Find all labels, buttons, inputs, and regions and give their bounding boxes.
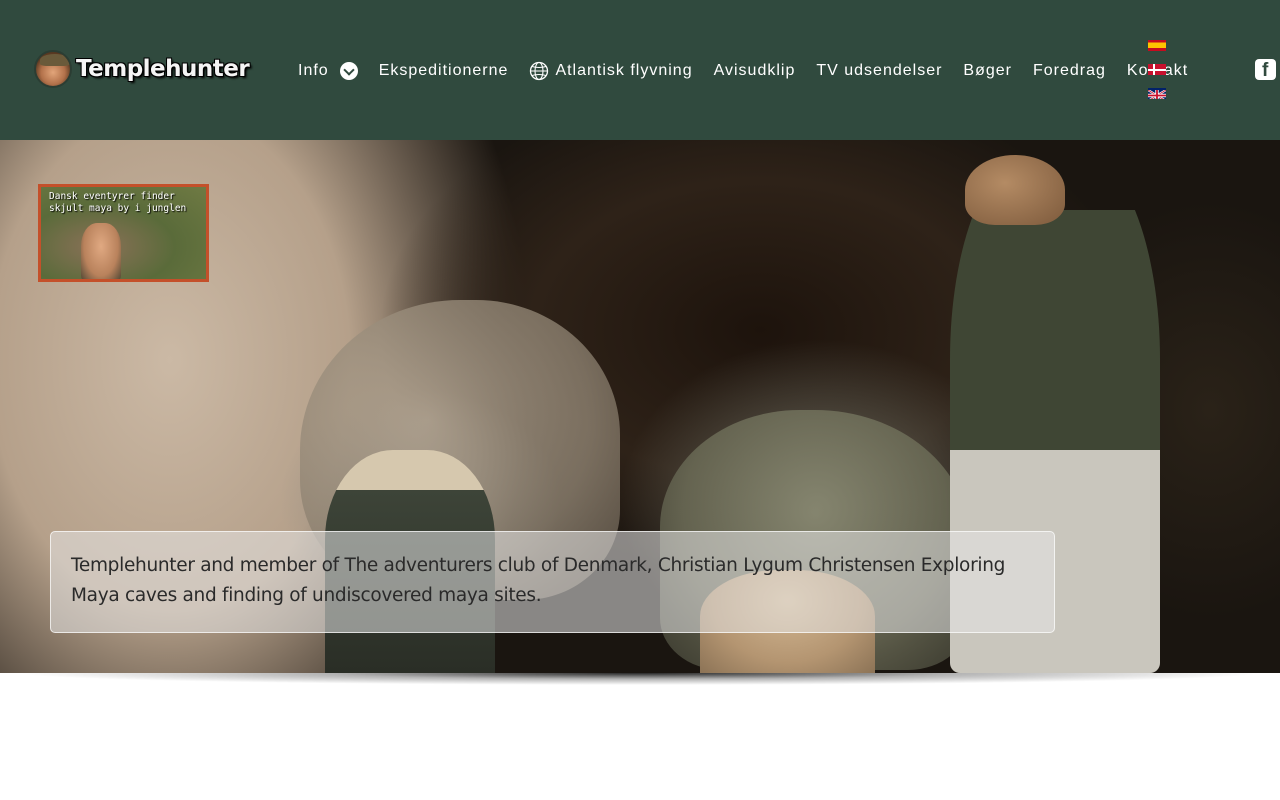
thumbnail-person	[81, 223, 121, 279]
video-thumbnail[interactable]: Dansk eventyrer finder skjult maya by i …	[38, 184, 209, 282]
nav-item-avisudklip[interactable]: Avisudklip	[714, 62, 796, 80]
logo-avatar	[34, 50, 72, 88]
globe-icon	[530, 61, 549, 81]
explorer-helmet	[965, 155, 1065, 225]
nav-item-tv-udsendelser[interactable]: TV udsendelser	[816, 62, 942, 80]
hero-banner: Dansk eventyrer finder skjult maya by i …	[0, 140, 1280, 673]
hero-caption: Templehunter and member of The adventure…	[50, 531, 1055, 633]
nav-item-info[interactable]: Info	[298, 62, 358, 80]
facebook-icon[interactable]: f	[1255, 59, 1276, 81]
nav-item-boger[interactable]: Bøger	[963, 62, 1012, 80]
nav-item-label: Atlantisk flyvning	[555, 62, 693, 79]
english-flag-icon[interactable]	[1148, 88, 1166, 99]
hero-caption-text: Templehunter and member of The adventure…	[71, 555, 1006, 606]
site-header: Templehunter Info Ekspeditionerne Atlant…	[0, 0, 1280, 140]
danish-flag-icon[interactable]	[1148, 64, 1166, 75]
hero-shadow-divider	[20, 673, 1260, 685]
nav-item-label: Bøger	[963, 62, 1012, 79]
chevron-down-icon[interactable]	[339, 62, 358, 80]
main-nav: Info Ekspeditionerne Atlantisk flyvning …	[298, 60, 1209, 82]
logo-text: Templehunter	[76, 56, 250, 82]
nav-item-foredrag[interactable]: Foredrag	[1033, 62, 1106, 80]
spanish-flag-icon[interactable]	[1148, 40, 1166, 51]
language-switcher	[1148, 40, 1166, 112]
nav-item-label: Avisudklip	[713, 62, 796, 79]
nav-item-ekspeditionerne[interactable]: Ekspeditionerne	[379, 62, 509, 80]
nav-item-atlantisk-flyvning[interactable]: Atlantisk flyvning	[529, 61, 692, 81]
nav-item-label: Ekspeditionerne	[378, 62, 509, 79]
union-jack-icon	[1148, 89, 1166, 99]
nav-item-label: TV udsendelser	[816, 62, 943, 79]
video-thumbnail-title: Dansk eventyrer finder skjult maya by i …	[49, 191, 187, 214]
nav-item-label: Info	[298, 62, 329, 79]
site-logo[interactable]: Templehunter	[34, 50, 250, 88]
nav-item-label: Foredrag	[1033, 62, 1106, 79]
